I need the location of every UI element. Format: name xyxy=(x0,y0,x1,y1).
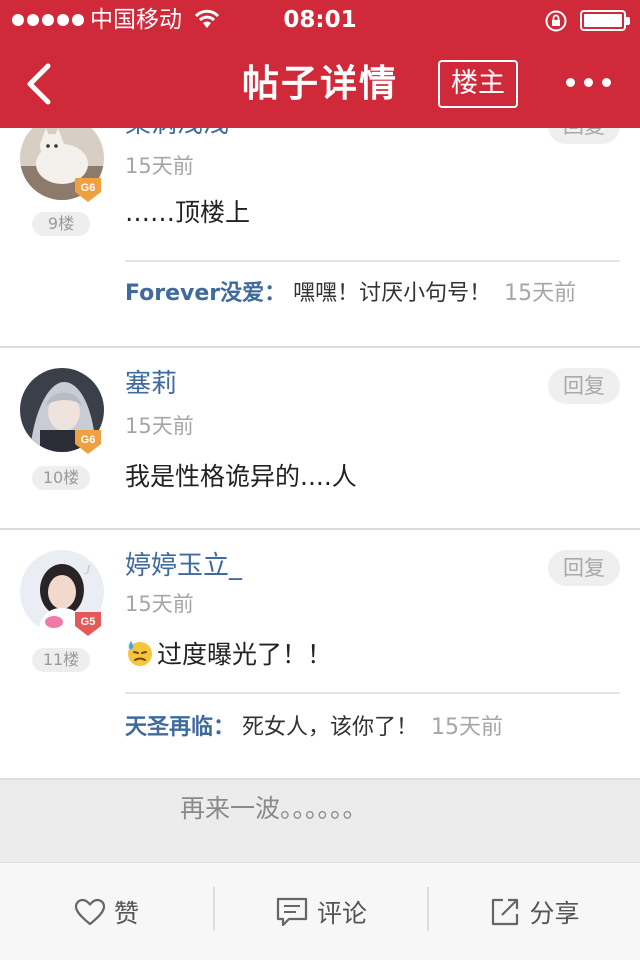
svg-text:G6: G6 xyxy=(81,182,96,194)
sub-reply[interactable]: Forever没爱： 嘿嘿！讨厌小句号！ 15天前 xyxy=(125,278,576,310)
sub-reply-time: 15天前 xyxy=(431,715,504,740)
username-link[interactable]: 婷婷玉立_ xyxy=(125,550,242,582)
sub-reply[interactable]: 天圣再临： 死女人，该你了！ 15天前 xyxy=(125,712,503,744)
divider xyxy=(125,260,620,262)
status-bar: 中国移动 08:01 xyxy=(0,0,640,40)
sub-reply-text: 死女人，该你了！ xyxy=(242,715,419,740)
reply-button[interactable]: 回复 xyxy=(548,550,620,586)
rotation-lock-icon xyxy=(545,10,567,32)
svg-text:G6: G6 xyxy=(81,434,96,446)
nav-bar: 帖子详情 楼主 xyxy=(0,40,640,128)
comment-list[interactable]: G6 9楼 梨涡浅浅丶 15天前 回复 ……顶楼上 Forever没爱： 嘿嘿！… xyxy=(0,128,640,862)
level-badge-icon: G5 xyxy=(75,612,101,636)
bottom-toolbar: 赞 评论 分享 xyxy=(0,862,640,960)
sweat-face-emoji-icon xyxy=(128,641,152,666)
level-badge-icon: G6 xyxy=(75,178,101,202)
sub-reply-user[interactable]: 天圣再临： xyxy=(125,715,235,740)
load-more-strip[interactable]: 再来一波。。。。。。 xyxy=(0,780,640,862)
post-time: 15天前 xyxy=(125,154,194,178)
floor-number: 10楼 xyxy=(32,466,90,490)
comment-text: 我是性格诡异的....人 xyxy=(125,462,357,491)
comment-item: G6 10楼 塞莉 15天前 回复 我是性格诡异的....人 xyxy=(0,348,640,530)
reply-button[interactable]: 回复 xyxy=(548,368,620,404)
owner-only-button[interactable]: 楼主 xyxy=(438,60,518,108)
battery-icon xyxy=(580,10,630,31)
username-link[interactable]: 塞莉 xyxy=(125,368,177,400)
like-label: 赞 xyxy=(113,899,139,928)
post-time: 15天前 xyxy=(125,414,194,438)
svg-text:J: J xyxy=(84,563,91,578)
comment-item: G6 9楼 梨涡浅浅丶 15天前 回复 ……顶楼上 Forever没爱： 嘿嘿！… xyxy=(0,128,640,348)
sub-reply-time: 15天前 xyxy=(504,281,577,306)
comment-text: ……顶楼上 xyxy=(125,198,251,227)
heart-icon xyxy=(74,898,106,926)
floor-number: 9楼 xyxy=(32,212,90,236)
svg-text:G5: G5 xyxy=(81,616,96,628)
divider xyxy=(125,692,620,694)
sub-reply-user[interactable]: Forever没爱： xyxy=(125,281,286,306)
reply-button[interactable]: 回复 xyxy=(548,128,620,144)
more-dots-icon[interactable] xyxy=(566,78,611,87)
comment-bubble-icon xyxy=(276,897,308,927)
floor-number: 11楼 xyxy=(32,648,90,672)
share-button[interactable]: 分享 xyxy=(429,863,640,960)
comment-item: J G5 11楼 婷婷玉立_ 15天前 回复 过度曝光了！！ 天圣再临： 死女人… xyxy=(0,530,640,780)
page-title: 帖子详情 xyxy=(242,62,398,105)
comment-text: 过度曝光了！！ xyxy=(125,638,332,672)
share-label: 分享 xyxy=(529,899,580,928)
share-icon xyxy=(492,898,519,926)
username-link[interactable]: 梨涡浅浅丶 xyxy=(125,128,255,140)
sub-reply-text: 嘿嘿！讨厌小句号！ xyxy=(293,281,492,306)
level-badge-icon: G6 xyxy=(75,430,101,454)
like-button[interactable]: 赞 xyxy=(0,863,213,960)
comment-text-content: 过度曝光了！！ xyxy=(157,640,333,669)
battery-level-fill xyxy=(584,14,622,27)
comment-label: 评论 xyxy=(316,899,367,928)
post-time: 15天前 xyxy=(125,592,194,616)
comment-button[interactable]: 评论 xyxy=(215,863,427,960)
load-more-text: 再来一波。。。。。。 xyxy=(180,794,368,823)
